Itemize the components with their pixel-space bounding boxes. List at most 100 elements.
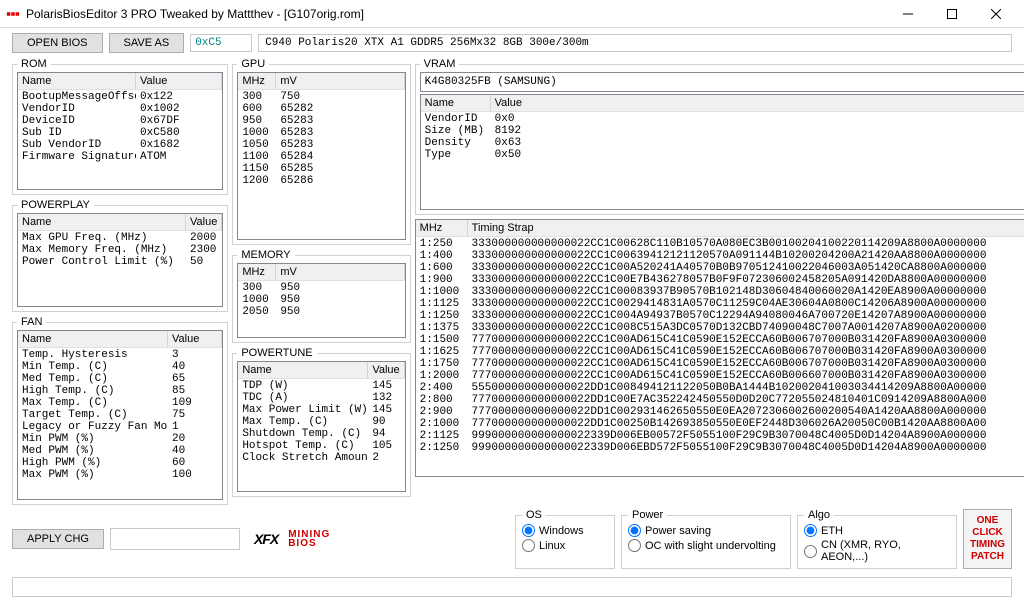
algo-radio-eth[interactable]: ETH: [804, 523, 950, 538]
table-row[interactable]: Density0x63: [421, 137, 1024, 149]
maximize-button[interactable]: [930, 0, 974, 28]
table-row[interactable]: 1:1250333000000000000022CC1C004A94937B05…: [416, 310, 1024, 322]
table-row[interactable]: 1:1000333000000000000022CC1C00083937B905…: [416, 286, 1024, 298]
table-row[interactable]: Sub VendorID0x1682: [18, 139, 222, 151]
table-row[interactable]: 1:600333000000000000022CC1C00A520241A405…: [416, 262, 1024, 274]
rom-legend: ROM: [17, 58, 51, 70]
table-row[interactable]: Med PWM (%)40: [18, 445, 222, 457]
table-row[interactable]: Legacy or Fuzzy Fan Mode1: [18, 421, 222, 433]
table-row[interactable]: TDP (W)145: [238, 380, 404, 392]
table-row[interactable]: Type0x50: [421, 149, 1024, 161]
powertune-grid[interactable]: NameValue TDP (W)145TDC (A)132Max Power …: [237, 361, 405, 492]
table-row[interactable]: 95065283: [238, 115, 404, 127]
table-row[interactable]: 115065285: [238, 163, 404, 175]
table-row[interactable]: Firmware SignatureATOM: [18, 151, 222, 163]
table-row[interactable]: Power Control Limit (%)50: [18, 256, 222, 268]
apply-chg-button[interactable]: APPLY CHG: [12, 529, 104, 549]
powerplay-grid[interactable]: NameValue Max GPU Freq. (MHz)2000Max Mem…: [17, 213, 223, 307]
table-row[interactable]: Max PWM (%)100: [18, 469, 222, 481]
save-as-button[interactable]: SAVE AS: [109, 33, 185, 53]
table-row[interactable]: 1:1500777000000000000022CC1C00AD615C41C0…: [416, 334, 1024, 346]
table-row[interactable]: Max Power Limit (W)145: [238, 404, 404, 416]
power-radio-saving[interactable]: Power saving: [628, 523, 784, 538]
table-row[interactable]: 1:2000777000000000000022CC1C00AD615C41C0…: [416, 370, 1024, 382]
os-radio-windows[interactable]: Windows: [522, 523, 608, 538]
table-row[interactable]: Target Temp. (C)75: [18, 409, 222, 421]
vram-group: VRAM K4G80325FB (SAMSUNG) ▾ NameValue Ve…: [415, 58, 1024, 215]
memory-legend: MEMORY: [237, 249, 294, 261]
bios-description-field[interactable]: C940 Polaris20 XTX A1 GDDR5 256Mx32 8GB …: [258, 34, 1012, 52]
table-row[interactable]: 1000950: [238, 294, 404, 306]
table-row[interactable]: DeviceID0x67DF: [18, 115, 222, 127]
gpu-group: GPU MHzmV 300750600652829506528310006528…: [232, 58, 410, 245]
table-row[interactable]: Min PWM (%)20: [18, 433, 222, 445]
os-group: OS Windows Linux: [515, 509, 615, 569]
table-row[interactable]: Clock Stretch Amount2: [238, 452, 404, 464]
table-row[interactable]: 1:1375333000000000000022CC1C008C515A3DC0…: [416, 322, 1024, 334]
timing-grid[interactable]: MHzTiming Strap 1:250333000000000000022C…: [415, 219, 1024, 477]
algo-group: Algo ETH CN (XMR, RYO, AEON,...): [797, 509, 957, 569]
table-row[interactable]: VendorID0x1002: [18, 103, 222, 115]
table-row[interactable]: Med Temp. (C)65: [18, 373, 222, 385]
os-radio-linux[interactable]: Linux: [522, 538, 608, 553]
powertune-group: POWERTUNE NameValue TDP (W)145TDC (A)132…: [232, 347, 410, 497]
table-row[interactable]: 100065283: [238, 127, 404, 139]
gpu-grid[interactable]: MHzmV 3007506006528295065283100065283105…: [237, 72, 405, 240]
table-row[interactable]: 1:250333000000000000022CC1C00628C110B105…: [416, 238, 1024, 250]
table-row[interactable]: Shutdown Temp. (C)94: [238, 428, 404, 440]
table-row[interactable]: 2:900777000000000000022DD1C0029314626505…: [416, 406, 1024, 418]
table-row[interactable]: 300950: [238, 282, 404, 294]
power-radio-oc[interactable]: OC with slight undervolting: [628, 538, 784, 553]
table-row[interactable]: BootupMessageOffset0x122: [18, 91, 222, 103]
vram-select[interactable]: K4G80325FB (SAMSUNG) ▾: [420, 72, 1024, 92]
table-row[interactable]: 2:1250999000000000000022339D006EBD572F50…: [416, 442, 1024, 454]
table-row[interactable]: 2:1125999000000000000022339D006EB00572F5…: [416, 430, 1024, 442]
table-row[interactable]: Max Temp. (C)90: [238, 416, 404, 428]
table-row[interactable]: Max GPU Freq. (MHz)2000: [18, 232, 222, 244]
table-row[interactable]: Size (MB)8192: [421, 125, 1024, 137]
power-group: Power Power saving OC with slight underv…: [621, 509, 791, 569]
table-row[interactable]: 2:400555000000000000022DD1C0084941211220…: [416, 382, 1024, 394]
algo-radio-cn[interactable]: CN (XMR, RYO, AEON,...): [804, 538, 950, 564]
memory-group: MEMORY MHzmV 30095010009502050950: [232, 249, 410, 343]
table-row[interactable]: 1:900333000000000000022CC1C00E7B43627805…: [416, 274, 1024, 286]
memory-grid[interactable]: MHzmV 30095010009502050950: [237, 263, 405, 338]
fan-legend: FAN: [17, 316, 46, 328]
table-row[interactable]: TDC (A)132: [238, 392, 404, 404]
table-row[interactable]: 110065284: [238, 151, 404, 163]
vram-legend: VRAM: [420, 58, 460, 70]
table-row[interactable]: VendorID0x0: [421, 113, 1024, 125]
table-row[interactable]: 1:1625777000000000000022CC1C00AD615C41C0…: [416, 346, 1024, 358]
table-row[interactable]: Max Memory Freq. (MHz)2300: [18, 244, 222, 256]
rom-grid[interactable]: NameValue BootupMessageOffset0x122Vendor…: [17, 72, 223, 190]
table-row[interactable]: 1:1750777000000000000022CC1C00AD615C41C0…: [416, 358, 1024, 370]
table-row[interactable]: High Temp. (C)85: [18, 385, 222, 397]
table-row[interactable]: 105065283: [238, 139, 404, 151]
powerplay-legend: POWERPLAY: [17, 199, 94, 211]
minimize-button[interactable]: [886, 0, 930, 28]
hex-offset-field[interactable]: 0xC5: [190, 34, 252, 52]
table-row[interactable]: 1:1125333000000000000022CC1C0029414831A0…: [416, 298, 1024, 310]
close-button[interactable]: [974, 0, 1018, 28]
table-row[interactable]: High PWM (%)60: [18, 457, 222, 469]
table-row[interactable]: 1:400333000000000000022CC1C0063941212112…: [416, 250, 1024, 262]
table-row[interactable]: Sub ID0xC580: [18, 127, 222, 139]
table-row[interactable]: Temp. Hysteresis3: [18, 349, 222, 361]
app-icon: [6, 7, 20, 21]
table-row[interactable]: 60065282: [238, 103, 404, 115]
table-row[interactable]: Max Temp. (C)109: [18, 397, 222, 409]
table-row[interactable]: 2:800777000000000000022DD1C00E7AC3522424…: [416, 394, 1024, 406]
table-row[interactable]: Hotspot Temp. (C)105: [238, 440, 404, 452]
open-bios-button[interactable]: OPEN BIOS: [12, 33, 103, 53]
powertune-legend: POWERTUNE: [237, 347, 316, 359]
table-row[interactable]: Min Temp. (C)40: [18, 361, 222, 373]
window-title: PolarisBiosEditor 3 PRO Tweaked by Mattt…: [26, 7, 886, 21]
table-row[interactable]: 120065286: [238, 175, 404, 187]
table-row[interactable]: 300750: [238, 91, 404, 103]
fan-grid[interactable]: NameValue Temp. Hysteresis3Min Temp. (C)…: [17, 330, 223, 500]
vram-grid[interactable]: NameValue VendorID0x0Size (MB)8192Densit…: [420, 94, 1024, 210]
apply-input[interactable]: [110, 528, 240, 550]
table-row[interactable]: 2050950: [238, 306, 404, 318]
table-row[interactable]: 2:1000777000000000000022DD1C00250B142693…: [416, 418, 1024, 430]
one-click-patch-button[interactable]: ONE CLICK TIMING PATCH: [963, 509, 1012, 569]
